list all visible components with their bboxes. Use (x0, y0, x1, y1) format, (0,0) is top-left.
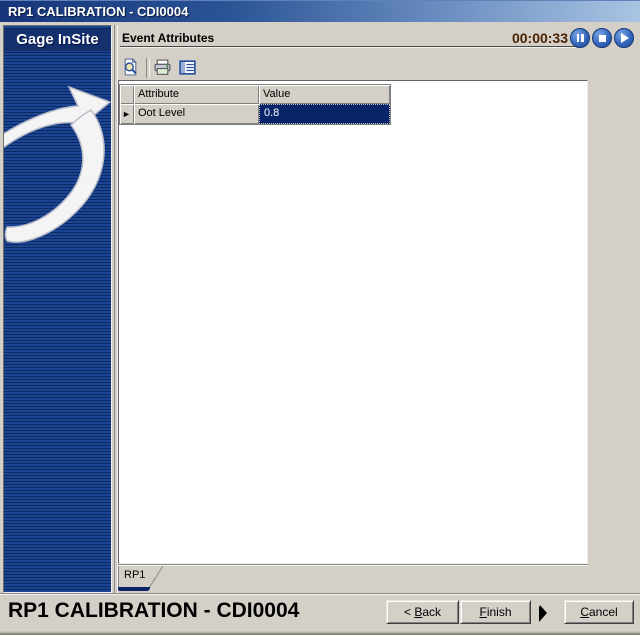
row-selector[interactable]: ► (120, 104, 134, 124)
selector-column-header (120, 85, 134, 104)
finish-button[interactable]: Finish (460, 600, 531, 624)
elapsed-timer: 00:00:33 (511, 30, 568, 46)
window-bottom-edge (0, 631, 640, 635)
tab-label: RP1 (124, 569, 146, 581)
swoosh-arrow-icon (4, 85, 111, 243)
column-header-attribute[interactable]: Attribute (134, 85, 259, 104)
attributes-grid: Attribute Value ► Oot Level 0.8 (119, 84, 391, 125)
stop-icon (598, 34, 606, 42)
active-tab-indicator (118, 587, 150, 591)
header-divider (120, 46, 576, 48)
value-cell[interactable]: 0.8 (259, 104, 390, 124)
application-window: RP1 CALIBRATION - CDI0004 Gage InSite Ev… (0, 0, 640, 635)
cancel-button[interactable]: Cancel (564, 600, 634, 624)
wizard-step-title: RP1 CALIBRATION - CDI0004 (8, 599, 300, 622)
footer-divider (0, 593, 640, 595)
grid-view-button[interactable] (176, 56, 199, 79)
expand-arrow-icon (539, 603, 547, 622)
window-title: RP1 CALIBRATION - CDI0004 (8, 4, 189, 19)
back-button[interactable]: < Back (386, 600, 459, 624)
brand-logo-text: Gage InSite (16, 31, 99, 48)
attributes-panel (118, 80, 588, 564)
pause-button[interactable] (570, 28, 590, 48)
tabstrip-divider (118, 564, 588, 566)
play-button[interactable] (614, 28, 634, 48)
print-icon (154, 59, 171, 75)
print-preview-icon (124, 57, 138, 76)
play-icon (621, 33, 629, 43)
sidebar-branding: Gage InSite (3, 25, 112, 593)
print-button[interactable] (151, 56, 174, 79)
expand-options-button[interactable] (536, 602, 550, 622)
brand-band: Gage InSite (4, 29, 111, 51)
toolbar-separator (146, 58, 150, 78)
pause-icon (576, 34, 584, 42)
page-title: Event Attributes (122, 31, 215, 45)
window-titlebar[interactable]: RP1 CALIBRATION - CDI0004 (0, 0, 640, 22)
print-preview-button[interactable] (119, 56, 142, 79)
column-header-value[interactable]: Value (259, 85, 390, 104)
attribute-cell[interactable]: Oot Level (134, 104, 259, 124)
stop-button[interactable] (592, 28, 612, 48)
grid-view-icon (179, 60, 196, 75)
row-selector-arrow-icon: ► (122, 109, 131, 119)
